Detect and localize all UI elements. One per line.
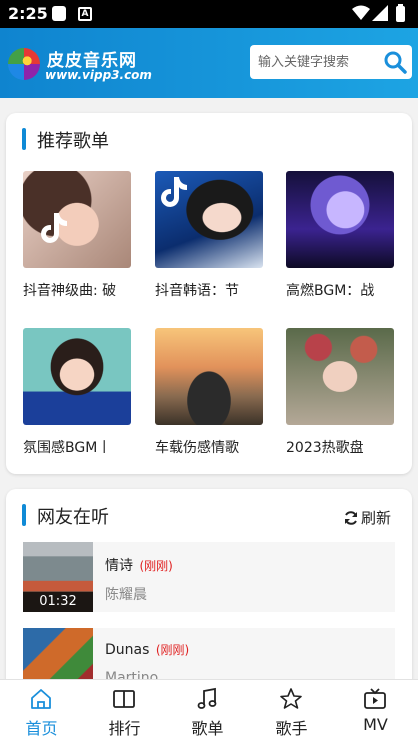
nav-label: 歌单 [191,719,224,738]
star-icon [280,688,302,709]
playlist-name[interactable]: 氛围感BGM丨 [23,437,131,457]
tiktok-logo-icon [161,177,187,207]
wifi-icon [352,5,370,20]
refresh-label: 刷新 [361,509,392,527]
search-input[interactable] [258,45,382,79]
search-box [250,45,412,79]
playlist-item[interactable]: 抖音神级曲: 破 [23,171,131,300]
song-played-time: (刚刚) [139,559,173,573]
playlist-item[interactable]: 抖音韩语：节 [155,171,263,300]
section-accent-bar [22,128,26,150]
bottom-nav: 首页 排行 歌单 歌手 MV [0,679,418,743]
song-title-line[interactable]: Dunas (刚刚) [105,641,189,658]
refresh-icon [345,510,357,525]
nav-label: MV [363,715,388,734]
playlist-item[interactable]: 高燃BGM：战 [286,171,394,300]
recommended-playlists-card: 推荐歌单 抖音神级曲: 破 抖音韩语：节 高燃BGM：战 氛围感BGM丨 车载伤… [6,113,412,474]
section-title: 网友在听 [37,507,109,528]
nav-label: 歌手 [275,719,308,738]
nav-mv[interactable]: MV [334,680,417,743]
site-logo-icon[interactable] [8,48,40,80]
song-row[interactable]: 01:32 情诗 (刚刚) 陈耀晨 [23,542,395,612]
tiktok-logo-icon [41,213,67,243]
app-header: 皮皮音乐网 www.vipp3.com [0,28,418,98]
battery-icon [396,4,405,22]
playlist-cover[interactable] [23,171,131,268]
playlist-name[interactable]: 车载伤感情歌 [155,437,263,457]
playlist-cover[interactable] [23,328,131,425]
nav-label: 首页 [25,719,58,738]
now-listening-card: 网友在听 刷新 01:32 情诗 (刚刚) 陈耀晨 Dunas (刚刚) Mar… [6,489,412,698]
site-url: www.vipp3.com [45,68,152,82]
playlist-name[interactable]: 抖音神级曲: 破 [23,280,131,300]
playlist-name[interactable]: 高燃BGM：战 [286,280,394,300]
playlist-name[interactable]: 抖音韩语：节 [155,280,263,300]
song-title[interactable]: Dunas [105,642,149,658]
playlist-cover[interactable] [155,328,263,425]
search-icon[interactable] [383,50,407,74]
playlist-cover[interactable] [286,328,394,425]
nav-home[interactable]: 首页 [0,680,83,743]
playlist-item[interactable]: 氛围感BGM丨 [23,328,131,457]
song-duration: 01:32 [23,592,93,612]
notification-letter-icon: A [78,7,92,21]
book-icon [113,690,135,708]
tv-icon [364,688,386,709]
playlist-cover[interactable] [155,171,263,268]
nav-ranking[interactable]: 排行 [83,680,166,743]
nav-playlists[interactable]: 歌单 [166,680,249,743]
nav-label: 排行 [108,719,141,738]
status-bar: 2:25 A [0,0,418,28]
nav-singers[interactable]: 歌手 [250,680,333,743]
notification-app-icon [52,6,66,21]
playlist-item[interactable]: 车载伤感情歌 [155,328,263,457]
song-title-line[interactable]: 情诗 (刚刚) [105,555,173,575]
music-note-icon [197,687,217,709]
refresh-button[interactable]: 刷新 [343,507,391,528]
playlist-name[interactable]: 2023热歌盘 [286,437,394,457]
song-artist[interactable]: 陈耀晨 [105,584,147,604]
section-accent-bar [22,504,26,526]
section-title: 推荐歌单 [37,131,109,152]
song-played-time: (刚刚) [155,643,190,657]
song-cover[interactable]: 01:32 [23,542,93,612]
signal-icon [372,5,388,21]
home-icon [31,689,51,709]
playlist-item[interactable]: 2023热歌盘 [286,328,394,457]
status-time: 2:25 [8,4,48,23]
song-title[interactable]: 情诗 [105,558,133,574]
playlist-cover[interactable] [286,171,394,268]
